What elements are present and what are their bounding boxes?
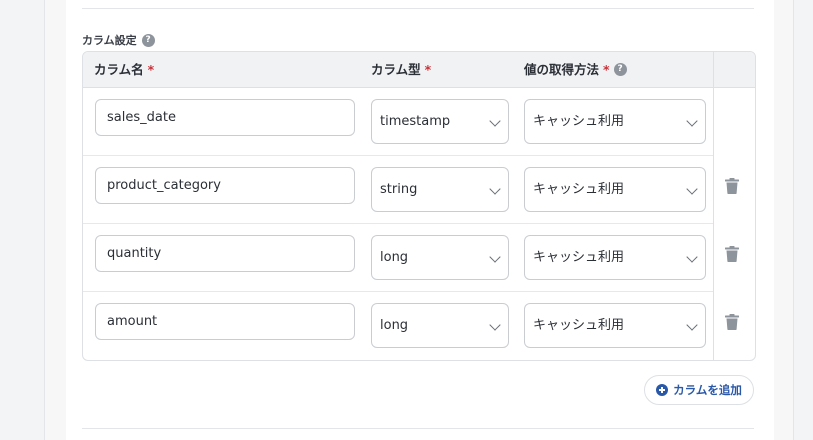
table-row: quantity long キャッシュ利用	[83, 224, 713, 292]
value-method-select[interactable]: キャッシュ利用	[524, 167, 706, 212]
column-name-input[interactable]: amount	[95, 303, 355, 340]
column-name-input[interactable]: product_category	[95, 167, 355, 204]
value-method-value: キャッシュ利用	[533, 318, 625, 333]
column-type-select[interactable]: timestamp	[371, 99, 509, 144]
column-type-select[interactable]: long	[371, 235, 509, 280]
table-header: カラム名 * カラム型 * 値の取得方法 * ?	[83, 52, 755, 88]
chevron-down-icon	[489, 251, 501, 263]
table-row: product_category string キャッシュ利用	[83, 156, 713, 224]
add-column-button[interactable]: カラムを追加	[644, 375, 754, 405]
column-type-value: timestamp	[380, 114, 451, 129]
value-method-select[interactable]: キャッシュ利用	[524, 99, 706, 144]
required-mark: *	[147, 62, 155, 77]
section-title-label: カラム設定	[82, 34, 137, 47]
chevron-down-icon	[686, 319, 698, 331]
header-column-name: カラム名 *	[94, 52, 154, 87]
header-value-method: 値の取得方法 * ?	[524, 52, 627, 87]
divider-bottom	[82, 428, 754, 429]
required-mark: *	[424, 62, 432, 77]
header-column-type-label: カラム型	[371, 62, 421, 77]
header-value-method-label: 値の取得方法	[524, 62, 600, 77]
column-type-value: string	[380, 182, 418, 197]
column-table: カラム名 * カラム型 * 値の取得方法 * ? sales_date time…	[82, 51, 756, 361]
section-title: カラム設定 ?	[82, 32, 155, 48]
column-name-input[interactable]: quantity	[95, 235, 355, 272]
column-type-select[interactable]: string	[371, 167, 509, 212]
column-type-value: long	[380, 250, 409, 265]
table-row: amount long キャッシュ利用	[83, 292, 713, 360]
required-mark: *	[603, 62, 610, 77]
header-column-name-label: カラム名	[94, 62, 144, 77]
chevron-down-icon	[686, 115, 698, 127]
chevron-down-icon	[489, 183, 501, 195]
value-method-value: キャッシュ利用	[533, 114, 625, 129]
column-name-input[interactable]: sales_date	[95, 99, 355, 136]
value-method-select[interactable]: キャッシュ利用	[524, 303, 706, 348]
chevron-down-icon	[489, 319, 501, 331]
chevron-down-icon	[489, 115, 501, 127]
column-type-value: long	[380, 318, 409, 333]
help-icon[interactable]: ?	[141, 33, 155, 47]
plus-circle-icon	[656, 384, 669, 396]
trash-icon[interactable]	[725, 314, 739, 330]
trash-icon[interactable]	[725, 246, 739, 262]
chevron-down-icon	[686, 251, 698, 263]
header-column-type: カラム型 *	[371, 52, 431, 87]
value-method-value: キャッシュ利用	[533, 250, 625, 265]
divider-top	[82, 8, 754, 9]
trash-icon[interactable]	[725, 178, 739, 194]
chevron-down-icon	[686, 183, 698, 195]
add-column-label: カラムを追加	[673, 383, 742, 397]
value-method-value: キャッシュ利用	[533, 182, 625, 197]
help-icon[interactable]: ?	[613, 63, 627, 76]
column-type-select[interactable]: long	[371, 303, 509, 348]
table-row: sales_date timestamp キャッシュ利用	[83, 88, 713, 156]
value-method-select[interactable]: キャッシュ利用	[524, 235, 706, 280]
